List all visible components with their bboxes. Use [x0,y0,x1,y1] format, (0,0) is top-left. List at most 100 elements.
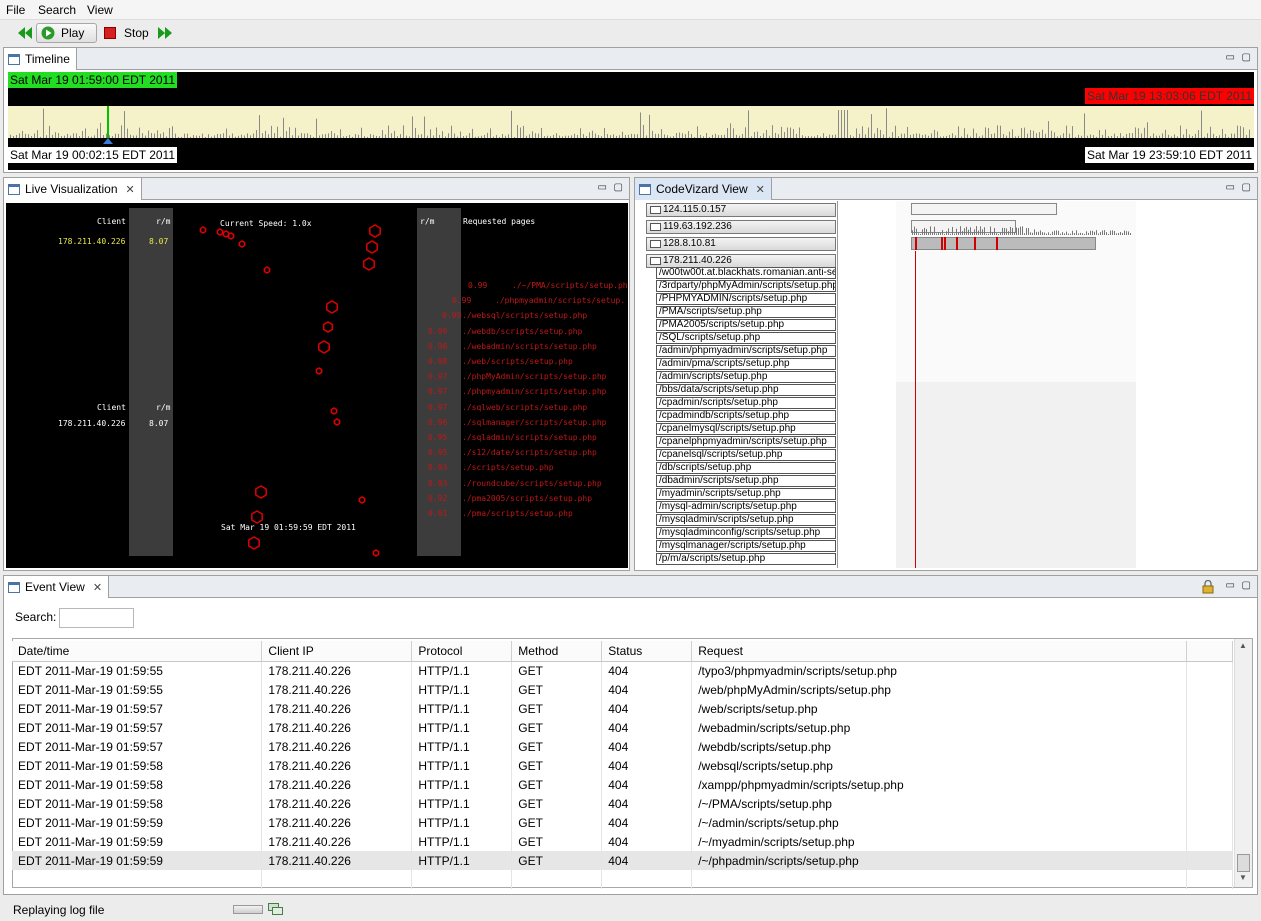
timeline-bar [1009,131,1010,138]
timeline-bar [205,136,206,138]
file-item[interactable]: /PMA/scripts/setup.php [656,306,836,318]
col-method[interactable]: Method [511,641,603,662]
timeline-bar [457,136,458,138]
scroll-thumb[interactable] [1237,854,1250,872]
fast-forward-button[interactable] [158,23,172,43]
file-item[interactable]: /mysqladminconfig/scripts/setup.php [656,527,836,539]
menu-view[interactable]: View [87,3,113,17]
folder-item[interactable]: 128.8.10.81 [646,237,836,251]
timeline-bar [151,133,152,138]
close-icon[interactable]: ✕ [756,183,765,196]
file-item[interactable]: /3rdparty/phpMyAdmin/scripts/setup.php [656,280,836,292]
folder-item[interactable]: 119.63.192.236 [646,220,836,234]
file-item[interactable]: /SQL/scripts/setup.php [656,332,836,344]
cw-tick [1032,232,1033,235]
scroll-up-icon[interactable]: ▲ [1239,641,1247,650]
timeline-panel: Timeline ▭ ▢ Sat Mar 19 01:59:00 EDT 201… [3,47,1258,173]
table-row[interactable]: EDT 2011-Mar-19 01:59:58 178.211.40.226 HT… [12,794,1234,813]
minimize-icon[interactable]: ▭ [598,182,607,193]
file-item[interactable]: /cpanelsql/scripts/setup.php [656,449,836,461]
table-row[interactable]: EDT 2011-Mar-19 01:59:57 178.211.40.226 HT… [12,699,1234,718]
stop-button[interactable]: Stop [104,23,149,43]
cw-tick [1090,230,1091,235]
file-item[interactable]: /db/scripts/setup.php [656,462,836,474]
tab-event-view[interactable]: Event View ✕ [4,576,110,598]
close-icon[interactable]: ✕ [126,183,135,196]
minimize-icon[interactable]: ▭ [1226,52,1235,63]
table-row[interactable]: EDT 2011-Mar-19 01:59:57 178.211.40.226 HT… [12,718,1234,737]
file-item[interactable]: /PMA2005/scripts/setup.php [656,319,836,331]
tab-codevizard[interactable]: CodeVizard View ✕ [635,178,772,200]
live-canvas[interactable]: Client r/m 178.211.40.226 8.07 Client r/… [6,203,628,568]
cw-tick [940,232,941,235]
col-status[interactable]: Status [601,641,693,662]
range-end-label: Sat Mar 19 13:03:06 EDT 2011 [1085,88,1254,104]
timeline-bar [1207,133,1208,138]
file-item[interactable]: /cpadmin/scripts/setup.php [656,397,836,409]
menu-search[interactable]: Search [38,3,76,17]
timeline-cursor[interactable] [107,106,109,138]
timeline-bar [226,128,227,138]
table-row[interactable]: EDT 2011-Mar-19 01:59:59 178.211.40.226 HT… [12,851,1234,870]
file-item[interactable]: /admin/pma/scripts/setup.php [656,358,836,370]
table-row[interactable]: EDT 2011-Mar-19 01:59:59 178.211.40.226 HT… [12,813,1234,832]
file-item[interactable]: /w00tw00t.at.blackhats.romanian.anti-se [656,267,836,279]
file-item[interactable]: /mysql-admin/scripts/setup.php [656,501,836,513]
file-item[interactable]: /p/m/a/scripts/setup.php [656,553,836,565]
table-row[interactable]: EDT 2011-Mar-19 01:59:57 178.211.40.226 HT… [12,737,1234,756]
file-item[interactable]: /dbadmin/scripts/setup.php [656,475,836,487]
file-item[interactable]: /mysqlmanager/scripts/setup.php [656,540,836,552]
col-datetime[interactable]: Date/time [12,641,263,662]
timeline-bar [829,134,830,138]
maximize-icon[interactable]: ▢ [614,182,623,193]
col-request[interactable]: Request [691,641,1187,662]
table-cell: /xampp/phpmyadmin/scripts/setup.php [691,775,1187,794]
maximize-icon[interactable]: ▢ [1242,52,1251,63]
rewind-button[interactable] [18,23,32,43]
table-cell: GET [511,699,603,718]
maximize-icon[interactable]: ▢ [1242,580,1251,591]
folder-item[interactable]: 178.211.40.226 [646,254,836,268]
timeline-canvas[interactable]: Sat Mar 19 01:59:00 EDT 2011 Sat Mar 19 … [8,72,1254,170]
col-protocol[interactable]: Protocol [411,641,513,662]
file-item[interactable]: /admin/scripts/setup.php [656,371,836,383]
file-item[interactable]: /cpanelmysql/scripts/setup.php [656,423,836,435]
timeline-bar [124,111,125,138]
close-icon[interactable]: ✕ [93,581,102,594]
file-item[interactable]: /PHPMYADMIN/scripts/setup.php [656,293,836,305]
timeline-bar [856,128,857,138]
scroll-down-icon[interactable]: ▼ [1239,873,1247,882]
timeline-bar [607,134,608,138]
search-input[interactable] [59,608,134,628]
play-icon [41,26,55,40]
file-item[interactable]: /admin/phpmyadmin/scripts/setup.php [656,345,836,357]
table-row[interactable]: EDT 2011-Mar-19 01:59:58 178.211.40.226 HT… [12,775,1234,794]
file-item[interactable]: /cpadmindb/scripts/setup.php [656,410,836,422]
lock-icon[interactable] [1201,580,1215,594]
play-button[interactable]: Play [36,23,97,43]
menu-file[interactable]: File [6,3,25,17]
tab-timeline[interactable]: Timeline [4,48,77,70]
table-row[interactable]: EDT 2011-Mar-19 01:59:59 178.211.40.226 HT… [12,832,1234,851]
table-row[interactable]: EDT 2011-Mar-19 01:59:58 178.211.40.226 HT… [12,756,1234,775]
timeline-bar [1153,133,1154,138]
folder-item[interactable]: 124.115.0.157 [646,203,836,217]
minimize-icon[interactable]: ▭ [1226,580,1235,591]
timeline-bar [523,125,524,138]
timeline-bar [295,127,296,138]
maximize-icon[interactable]: ▢ [1242,182,1251,193]
table-row[interactable]: EDT 2011-Mar-19 01:59:55 178.211.40.226 HT… [12,680,1234,699]
file-item[interactable]: /cpanelphpmyadmin/scripts/setup.php [656,436,836,448]
tab-live-visualization[interactable]: Live Visualization ✕ [4,178,142,200]
col-client-ip[interactable]: Client IP [261,641,413,662]
file-item[interactable]: /myadmin/scripts/setup.php [656,488,836,500]
cw-tick [968,229,969,235]
table-row[interactable]: EDT 2011-Mar-19 01:59:55 178.211.40.226 HT… [12,661,1234,680]
file-item[interactable]: /mysqladmin/scripts/setup.php [656,514,836,526]
minimize-icon[interactable]: ▭ [1226,182,1235,193]
file-item[interactable]: /bbs/data/scripts/setup.php [656,384,836,396]
background-tasks-icon[interactable] [268,903,284,915]
table-scrollbar[interactable]: ▲ ▼ [1234,639,1252,887]
timeline-bar [877,127,878,138]
timeline-bar [328,133,329,138]
